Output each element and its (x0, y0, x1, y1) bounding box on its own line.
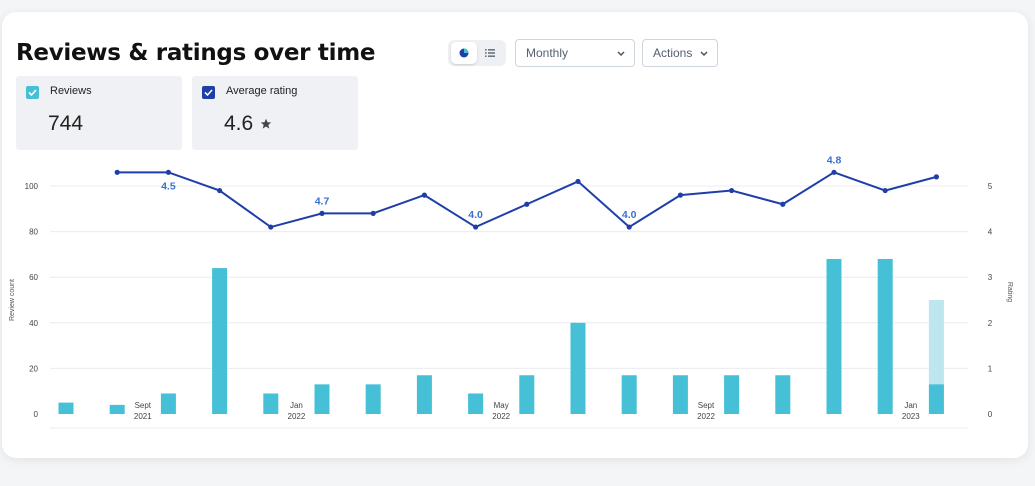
y-tick-label: 60 (29, 273, 38, 282)
x-tick-label: 2022 (697, 412, 715, 421)
rating-point (882, 187, 888, 194)
x-tick-label: Sept (135, 401, 152, 410)
bar (58, 402, 74, 414)
y2-tick-label: 2 (988, 319, 993, 328)
bar (928, 384, 944, 414)
y2-tick-label: 1 (988, 364, 993, 373)
y2-axis-title: Rating (1006, 282, 1013, 302)
rating-point (114, 169, 120, 175)
rating-data-label: 4.0 (622, 209, 637, 221)
rating-point (473, 224, 479, 230)
rating-point (626, 224, 632, 230)
rating-point (729, 187, 735, 194)
bar (365, 384, 381, 414)
y-tick-label: 80 (29, 228, 38, 237)
y2-tick-label: 3 (988, 273, 993, 282)
y-tick-label: 40 (29, 319, 38, 328)
rating-point (575, 178, 581, 185)
bar (468, 393, 484, 414)
y-tick-label: 0 (34, 410, 39, 419)
x-tick-label: Jan (904, 401, 917, 410)
bar (109, 404, 125, 414)
y2-tick-label: 5 (988, 182, 993, 191)
y2-tick-label: 0 (988, 410, 993, 419)
rating-point (268, 224, 274, 230)
bar (416, 375, 432, 414)
x-tick-label: Sept (698, 401, 715, 410)
bar (160, 393, 176, 414)
rating-point (370, 210, 376, 216)
x-tick-label: 2021 (134, 412, 152, 421)
bar (877, 258, 893, 414)
rating-point (524, 201, 530, 207)
x-tick-label: 2022 (288, 412, 306, 421)
y2-tick-label: 4 (988, 228, 993, 237)
y-tick-label: 100 (25, 182, 39, 191)
rating-point (421, 192, 427, 198)
x-tick-label: 2023 (902, 412, 920, 421)
rating-point (831, 169, 837, 175)
reviews-ratings-chart: 0 20 40 60 80 100 0 1 2 3 4 5 Review count Rating 4.5 4… (9, 154, 1013, 429)
bar (724, 375, 740, 414)
bar (672, 375, 688, 414)
bar (519, 375, 535, 414)
rating-data-label: 4.5 (161, 180, 176, 192)
bar (263, 393, 279, 414)
rating-point (933, 174, 940, 180)
rating-data-label: 4.0 (468, 209, 483, 221)
bar (212, 268, 228, 414)
rating-point (217, 187, 223, 194)
bar (775, 375, 791, 414)
y-tick-label: 20 (29, 364, 38, 373)
rating-point (319, 210, 325, 216)
x-tick-label: 2022 (492, 412, 510, 421)
x-tick-label: May (494, 401, 509, 410)
rating-data-label: 4.7 (315, 195, 330, 207)
bar (621, 375, 637, 414)
bar (570, 322, 586, 414)
rating-point (677, 192, 684, 198)
rating-data-label: 4.8 (827, 154, 842, 166)
bar (826, 258, 842, 414)
rating-point (780, 201, 786, 207)
rating-point (165, 169, 171, 175)
rating-line (117, 171, 937, 229)
bar (314, 384, 330, 414)
y-axis-title: Review count (9, 279, 16, 321)
x-tick-label: Jan (290, 401, 303, 410)
